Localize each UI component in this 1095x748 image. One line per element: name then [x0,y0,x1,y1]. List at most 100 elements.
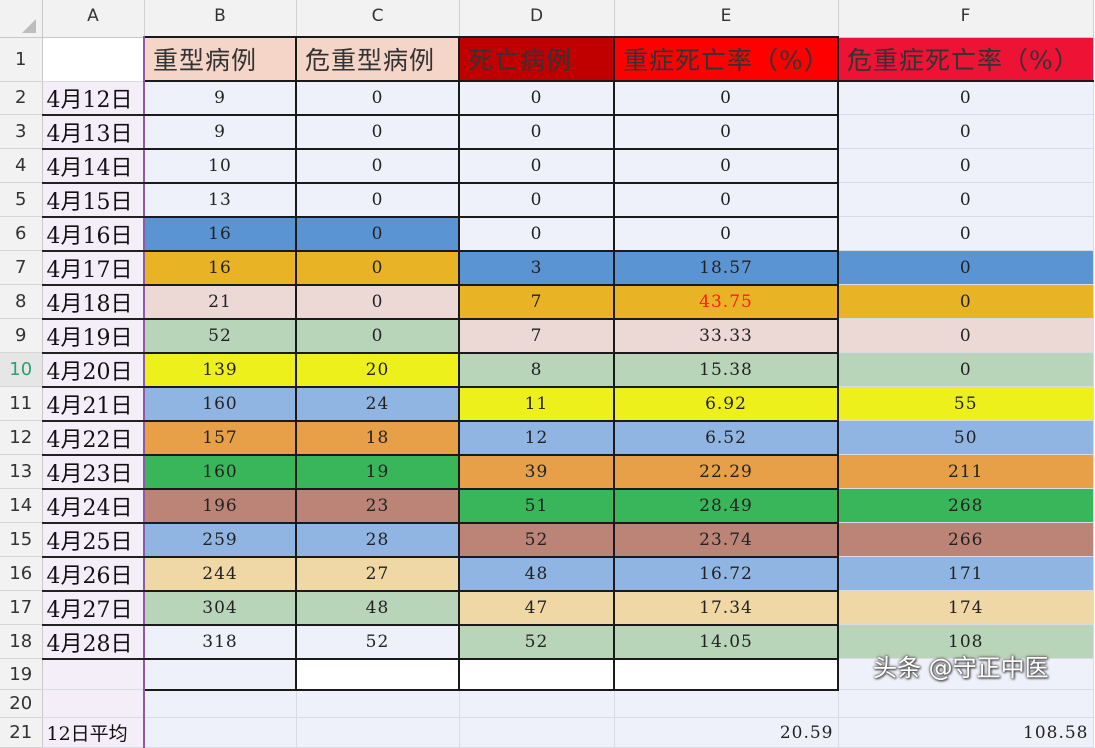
row-header[interactable]: 10 [0,352,43,387]
row-header[interactable]: 18 [0,624,43,659]
data-cell-d[interactable]: 39 [458,454,615,490]
row-header[interactable]: 11 [0,386,43,421]
empty-cell-b[interactable] [144,689,297,718]
row-header[interactable]: 3 [0,114,43,149]
empty-cell-b[interactable] [144,658,297,691]
date-cell[interactable]: 4月23日 [41,454,145,490]
date-cell[interactable]: 4月14日 [41,148,145,184]
cell-a19[interactable] [41,658,145,690]
data-cell-f[interactable]: 0 [838,216,1094,251]
data-cell-d[interactable]: 7 [458,284,615,320]
empty-cell-d[interactable] [458,658,615,691]
data-cell-d[interactable]: 48 [458,556,615,592]
cell-a1[interactable] [42,37,145,82]
row-header[interactable]: 6 [0,216,43,251]
data-cell-b[interactable]: 318 [144,624,297,660]
summary-e-average[interactable]: 20.59 [614,717,839,748]
data-cell-f[interactable]: 0 [838,182,1094,217]
date-cell[interactable]: 4月28日 [41,624,145,660]
cell-a20[interactable] [41,689,145,718]
data-cell-d[interactable]: 51 [458,488,615,524]
column-header-e[interactable]: E [614,0,839,38]
data-cell-e[interactable]: 22.29 [613,454,839,490]
data-cell-d[interactable]: 0 [458,114,615,150]
data-cell-c[interactable]: 19 [295,454,460,490]
data-cell-d[interactable]: 7 [458,318,615,354]
column-header-a[interactable]: A [42,0,145,38]
header-cell-c[interactable]: 危重型病例 [295,36,460,82]
row-header[interactable]: 9 [0,318,43,353]
data-cell-f[interactable]: 50 [838,420,1094,455]
header-cell-e[interactable]: 重症死亡率（%） [613,36,839,82]
data-cell-d[interactable]: 47 [458,590,615,626]
data-cell-e[interactable]: 17.34 [613,590,839,626]
data-cell-c[interactable]: 0 [295,81,460,116]
header-cell-d[interactable]: 死亡病例 [458,36,615,82]
data-cell-d[interactable]: 52 [458,624,615,660]
data-cell-f[interactable]: 174 [838,590,1094,625]
row-header[interactable]: 15 [0,522,43,557]
data-cell-c[interactable]: 0 [295,284,460,320]
date-cell[interactable]: 4月18日 [41,284,145,320]
date-cell[interactable]: 4月15日 [41,182,145,218]
data-cell-e[interactable]: 6.52 [613,420,839,456]
date-cell[interactable]: 4月12日 [41,81,145,116]
data-cell-e[interactable]: 0 [613,81,839,116]
date-cell[interactable]: 4月24日 [41,488,145,524]
column-header-d[interactable]: D [459,0,615,38]
data-cell-b[interactable]: 52 [144,318,297,354]
data-cell-e[interactable]: 0 [613,114,839,150]
data-cell-b[interactable]: 9 [144,114,297,150]
data-cell-c[interactable]: 20 [295,352,460,388]
data-cell-d[interactable]: 8 [458,352,615,388]
header-cell-b[interactable]: 重型病例 [143,36,297,82]
date-cell[interactable]: 4月27日 [41,590,145,626]
date-cell[interactable]: 4月17日 [41,250,145,286]
data-cell-f[interactable]: 0 [838,284,1094,319]
data-cell-b[interactable]: 160 [144,454,297,490]
data-cell-e[interactable]: 33.33 [613,318,839,354]
data-cell-c[interactable]: 52 [295,624,460,660]
data-cell-c[interactable]: 0 [295,182,460,218]
data-cell-f[interactable]: 0 [838,352,1094,387]
data-cell-f[interactable]: 55 [838,386,1094,421]
row-header[interactable]: 14 [0,488,43,523]
data-cell-c[interactable]: 0 [295,318,460,354]
row-header[interactable]: 8 [0,284,43,319]
data-cell-f[interactable]: 266 [838,522,1094,557]
data-cell-c[interactable]: 27 [295,556,460,592]
data-cell-f[interactable]: 268 [838,488,1094,523]
data-cell-b[interactable]: 9 [144,81,297,116]
empty-cell-d[interactable] [459,717,615,748]
data-cell-e[interactable]: 14.05 [613,624,839,660]
data-cell-e[interactable]: 15.38 [613,352,839,388]
data-cell-b[interactable]: 304 [144,590,297,626]
data-cell-c[interactable]: 0 [295,148,460,184]
data-cell-f[interactable]: 211 [838,454,1094,489]
date-cell[interactable]: 4月13日 [41,114,145,150]
data-cell-e[interactable]: 0 [613,216,839,252]
data-cell-e[interactable]: 43.75 [613,284,839,320]
data-cell-f[interactable]: 171 [838,556,1094,591]
empty-cell-d[interactable] [459,689,615,718]
data-cell-d[interactable]: 0 [458,216,615,252]
data-cell-d[interactable]: 12 [458,420,615,456]
data-cell-f[interactable]: 0 [838,250,1094,285]
data-cell-c[interactable]: 24 [295,386,460,422]
data-cell-c[interactable]: 0 [295,216,460,252]
summary-label[interactable]: 12日平均 [41,717,145,748]
row-header[interactable]: 20 [0,689,43,718]
data-cell-b[interactable]: 157 [144,420,297,456]
column-header-f[interactable]: F [838,0,1094,38]
data-cell-c[interactable]: 0 [295,250,460,286]
data-cell-f[interactable]: 0 [838,81,1094,115]
empty-cell-b[interactable] [144,717,297,748]
data-cell-d[interactable]: 0 [458,81,615,116]
data-cell-b[interactable]: 10 [144,148,297,184]
empty-cell-c[interactable] [296,717,460,748]
data-cell-b[interactable]: 259 [144,522,297,558]
row-header[interactable]: 19 [0,658,43,690]
data-cell-d[interactable]: 52 [458,522,615,558]
row-header[interactable]: 1 [0,37,43,82]
data-cell-b[interactable]: 139 [144,352,297,388]
